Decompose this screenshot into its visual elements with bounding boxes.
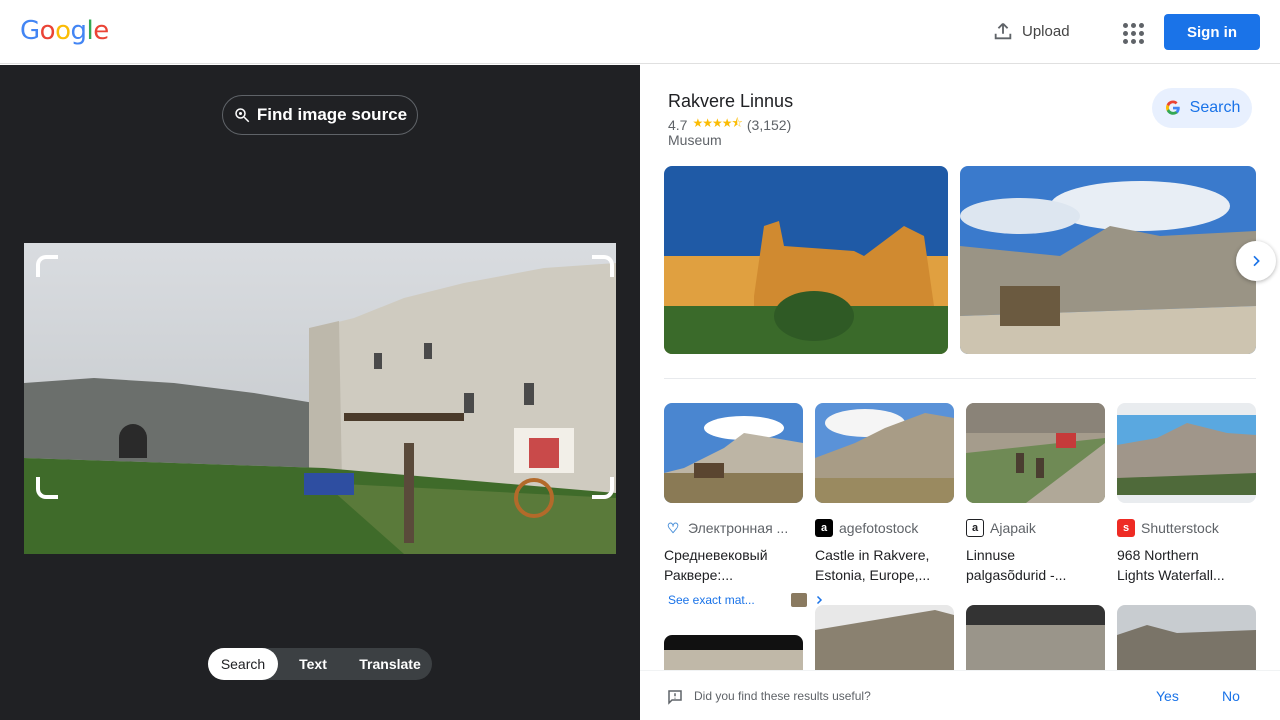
tab-translate[interactable]: Translate (348, 648, 432, 680)
logo-letter: e (93, 16, 109, 46)
rating-value: 4.7 (668, 116, 688, 133)
result-title-line: Castle in Rakvere, (815, 547, 930, 563)
result-source: a Ajapaik (966, 519, 1105, 537)
wave-icon: ♡ (666, 519, 680, 536)
tab-search[interactable]: Search (208, 648, 278, 680)
tab-text[interactable]: Text (278, 648, 348, 680)
search-button-label: Search (1189, 99, 1241, 116)
shutterstock-icon: s (1117, 519, 1135, 537)
section-divider (664, 378, 1256, 379)
result-card[interactable]: a agefotostock Castle in Rakvere, Estonia,… (815, 403, 954, 585)
results-panel: Rakvere Linnus 4.7 ★★★★⯪ (3,152) Museum … (640, 65, 1280, 720)
logo-letter: g (70, 16, 88, 46)
see-exact-matches-label: See exact mat... (668, 593, 755, 607)
result-thumbnail[interactable] (966, 605, 1105, 675)
entity-image-2[interactable] (960, 166, 1256, 354)
result-card[interactable]: ♡ Электронная ... Средневековый Раквере:..… (664, 403, 803, 585)
next-images-button[interactable] (1236, 241, 1276, 281)
top-bar: Google Upload Sign in (0, 0, 1280, 64)
query-image-panel: Find image source Search Text Translate (0, 65, 640, 720)
result-card[interactable]: a Ajapaik Linnuse palgasõdurid -... (966, 403, 1105, 585)
feedback-yes-button[interactable]: Yes (1156, 688, 1179, 704)
result-thumbnail[interactable] (1117, 605, 1256, 675)
see-exact-matches-link[interactable]: See exact mat... (668, 593, 825, 607)
result-thumbnail[interactable] (664, 403, 803, 503)
result-title-line: Lights Waterfall... (1117, 567, 1225, 583)
logo-letter: o (55, 16, 71, 46)
result-source-name: Shutterstock (1141, 520, 1219, 536)
result-title[interactable]: Linnuse palgasõdurid -... (966, 545, 1105, 585)
logo-letter: o (39, 16, 56, 46)
result-source-name: agefotostock (839, 520, 919, 536)
result-thumbnail[interactable] (1117, 403, 1256, 503)
upload-button[interactable]: Upload (992, 20, 1070, 42)
result-thumbnail[interactable] (966, 403, 1105, 503)
crop-handle-top-left[interactable] (36, 255, 58, 277)
feedback-question: Did you find these results useful? (694, 689, 871, 703)
result-title[interactable]: Средневековый Раквере:... (664, 545, 803, 585)
age-icon: a (815, 519, 833, 537)
upload-icon (994, 23, 1012, 40)
crop-handle-bottom-right[interactable] (592, 477, 614, 499)
exact-match-thumbnail (790, 593, 807, 607)
find-image-source-button[interactable]: Find image source (222, 95, 418, 135)
lens-search-icon (235, 108, 250, 123)
feedback-icon (668, 690, 682, 705)
query-image[interactable] (24, 243, 616, 554)
result-title[interactable]: 968 Northern Lights Waterfall... (1117, 545, 1256, 585)
feedback-bar: Did you find these results useful? Yes N… (640, 670, 1280, 720)
crop-handle-top-right[interactable] (592, 255, 614, 277)
review-count: (3,152) (746, 116, 792, 133)
apps-grid-icon[interactable] (1120, 20, 1144, 44)
result-title-line: 968 Northern (1117, 547, 1199, 563)
entity-title[interactable]: Rakvere Linnus (668, 91, 793, 112)
result-source-name: Ajapaik (990, 520, 1036, 536)
result-thumbnail[interactable] (815, 403, 954, 503)
result-thumbnail[interactable] (815, 605, 954, 675)
result-title-line: palgasõdurid -... (966, 567, 1067, 583)
result-source: ♡ Электронная ... (664, 519, 803, 537)
upload-label: Upload (1022, 22, 1070, 40)
result-title[interactable]: Castle in Rakvere, Estonia, Europe,... (815, 545, 954, 585)
result-source-name: Электронная ... (688, 520, 789, 536)
chevron-right-icon (1253, 255, 1260, 267)
result-title-line: Средневековый (664, 547, 768, 563)
mode-tabs: Search Text Translate (208, 648, 432, 680)
sign-in-button[interactable]: Sign in (1164, 14, 1260, 50)
logo-letter: G (20, 16, 40, 46)
result-source: s Shutterstock (1117, 519, 1256, 537)
feedback-no-button[interactable]: No (1222, 688, 1240, 704)
google-g-icon (1165, 100, 1180, 115)
find-image-source-label: Find image source (256, 105, 408, 124)
entity-category: Museum (668, 132, 722, 148)
result-title-line: Linnuse (966, 547, 1016, 563)
crop-handle-bottom-left[interactable] (36, 477, 58, 499)
result-title-line: Estonia, Europe,... (815, 567, 931, 583)
result-card[interactable]: s Shutterstock 968 Northern Lights Waterfa… (1117, 403, 1256, 585)
result-title-line: Раквере:... (664, 567, 733, 583)
google-logo[interactable]: Google (20, 16, 109, 46)
google-search-button[interactable]: Search (1152, 88, 1252, 128)
result-source: a agefotostock (815, 519, 954, 537)
entity-image-1[interactable] (664, 166, 948, 354)
ajapaik-icon: a (966, 519, 984, 537)
